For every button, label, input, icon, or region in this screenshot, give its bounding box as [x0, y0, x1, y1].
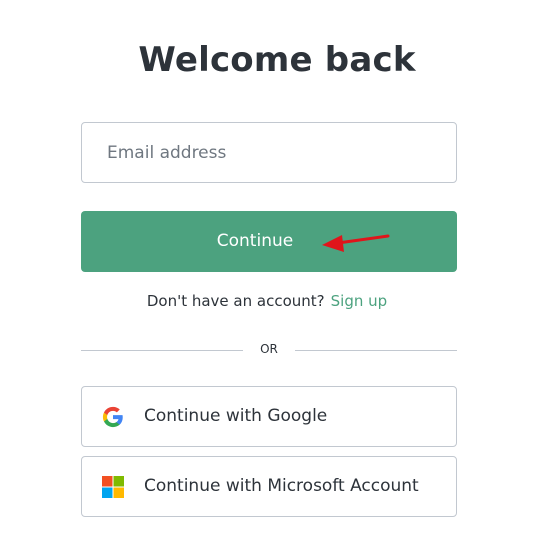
- divider-line-right: [295, 350, 457, 351]
- continue-with-google-button[interactable]: Continue with Google: [81, 386, 457, 447]
- signup-prompt: Don't have an account?: [146, 292, 325, 310]
- divider-line-left: [81, 350, 243, 351]
- continue-with-microsoft-button[interactable]: Continue with Microsoft Account: [81, 456, 457, 517]
- page-title: Welcome back: [138, 40, 416, 80]
- microsoft-logo-icon: [102, 476, 124, 498]
- signup-link[interactable]: Sign up: [331, 292, 388, 310]
- email-input[interactable]: [81, 122, 457, 183]
- google-button-label: Continue with Google: [144, 406, 328, 426]
- signup-row: Don't have an account? Sign up: [0, 292, 534, 310]
- continue-button-label: Continue: [216, 231, 294, 251]
- microsoft-button-label: Continue with Microsoft Account: [144, 476, 419, 496]
- google-logo-icon: [102, 406, 123, 428]
- divider-text: OR: [260, 342, 278, 356]
- continue-button[interactable]: Continue: [81, 211, 457, 272]
